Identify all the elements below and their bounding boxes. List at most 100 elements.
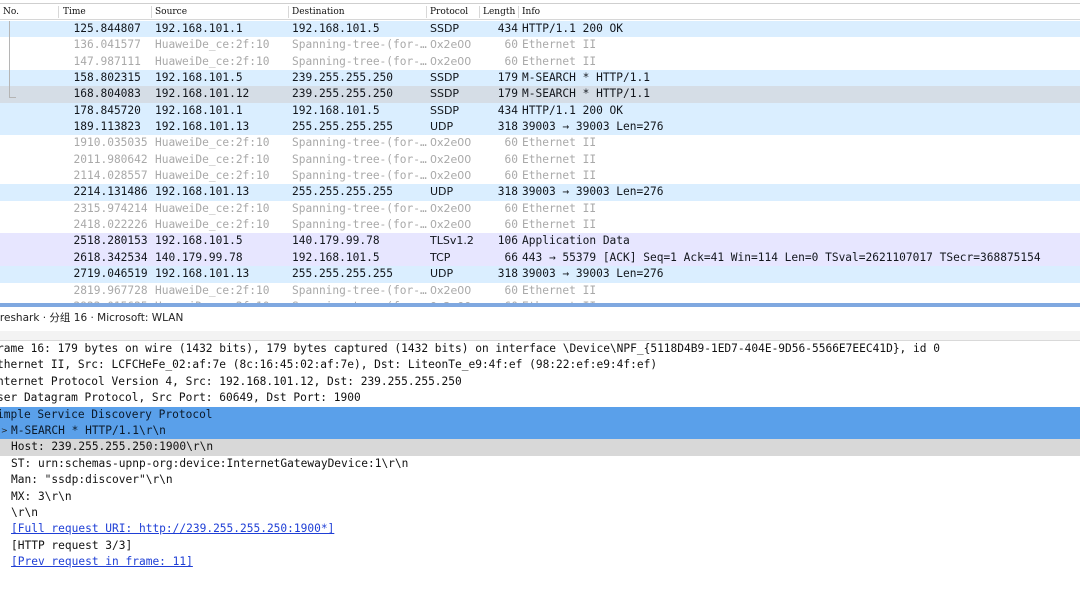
packet-length: 318	[497, 267, 518, 281]
packet-number: 23	[73, 201, 87, 215]
packet-info: 39003 → 39003 Len=276	[522, 185, 664, 199]
packet-time: 18.342534	[87, 250, 148, 264]
detail-tree-item[interactable]: ST: urn:schemas-upnp-org:device:Internet…	[0, 456, 1080, 472]
packet-protocol: SSDP	[430, 71, 460, 85]
detail-tree-item[interactable]: > M-SEARCH * HTTP/1.1\r\n	[0, 422, 1080, 440]
packet-row[interactable]: 24 18.022226 HuaweiDe_ce:2f:10 Spanning-tre…	[0, 217, 1080, 234]
packet-info: Ethernet II	[522, 169, 597, 183]
packet-row[interactable]: 17 8.845720 192.168.101.1 192.168.101.5 SSDP…	[0, 102, 1080, 120]
detail-tree-item[interactable]: nternet Protocol Version 4, Src: 192.168…	[0, 374, 1080, 390]
packet-row[interactable]: 20 11.980642 HuaweiDe_ce:2f:10 Spanning-tre…	[0, 151, 1080, 169]
column-header-protocol[interactable]: Protocol	[430, 4, 468, 20]
detail-tree-item[interactable]: MX: 3\r\n	[0, 489, 1080, 505]
packet-source: 192.168.101.13	[155, 120, 250, 134]
packet-info: Ethernet II	[522, 54, 597, 68]
detail-tree-link[interactable]: [Full request URI: http://239.255.255.25…	[11, 521, 334, 537]
packet-number: 24	[73, 218, 87, 232]
packet-time: 8.802315	[87, 71, 141, 85]
detail-tree-item[interactable]: Man: "ssdp:discover"\r\n	[0, 472, 1080, 488]
packet-info: Application Data	[522, 234, 630, 248]
packet-source: 192.168.101.5	[155, 234, 243, 248]
detail-tree-item[interactable]: [Prev request in frame: 11]	[0, 554, 1080, 570]
packet-length: 60	[504, 283, 518, 297]
packet-info: M-SEARCH * HTTP/1.1	[522, 71, 650, 85]
packet-length: 434	[497, 22, 518, 35]
packet-row[interactable]: 23 15.974214 HuaweiDe_ce:2f:10 Spanning-tre…	[0, 200, 1080, 218]
detail-tree-item[interactable]: [Full request URI: http://239.255.255.25…	[0, 521, 1080, 537]
packet-length: 179	[497, 71, 518, 85]
packet-number: 18	[73, 120, 87, 134]
packet-number: 25	[73, 234, 87, 248]
packet-source: 192.168.101.13	[155, 267, 250, 281]
packet-source: HuaweiDe_ce:2f:10	[155, 54, 270, 68]
packet-number: 19	[73, 136, 87, 150]
packet-protocol: TLSv1.2	[430, 234, 474, 248]
packet-length: 60	[504, 218, 518, 232]
packet-row[interactable]: 25 18.280153 192.168.101.5 140.179.99.78 TLS…	[0, 233, 1080, 250]
detail-tree-item[interactable]: ser Datagram Protocol, Src Port: 60649, …	[0, 390, 1080, 406]
packet-destination: 192.168.101.5	[292, 22, 380, 35]
packet-row[interactable]: 28 19.967728 HuaweiDe_ce:2f:10 Spanning-tre…	[0, 282, 1080, 299]
detail-tree-item[interactable]: \r\n	[0, 505, 1080, 521]
column-header-time[interactable]: Time	[63, 4, 86, 20]
packet-destination: 239.255.255.250	[292, 71, 394, 85]
packet-list-pane[interactable]: No. Time Source Destination Protocol Len…	[0, 0, 1080, 303]
packet-protocol: 0x2e00	[430, 136, 472, 150]
column-separator	[426, 6, 427, 18]
packet-destination: Spanning-tree-(for-…	[292, 152, 427, 166]
detail-tree-item[interactable]: imple Service Discovery Protocol	[0, 406, 1080, 423]
column-header-info[interactable]: Info	[522, 4, 540, 20]
packet-time: 9.113823	[87, 120, 141, 134]
detail-tree-item[interactable]: Host: 239.255.255.250:1900\r\n	[0, 439, 1080, 456]
packet-detail-tree[interactable]: rame 16: 179 bytes on wire (1432 bits), …	[0, 341, 1080, 591]
packet-length: 60	[504, 152, 518, 166]
detail-tree-item[interactable]: rame 16: 179 bytes on wire (1432 bits), …	[0, 341, 1080, 357]
packet-row[interactable]: 16 8.804083 192.168.101.12 239.255.255.250 S…	[0, 86, 1080, 103]
packet-protocol: UDP	[430, 185, 454, 199]
packet-source: HuaweiDe_ce:2f:10	[155, 38, 270, 52]
packet-source: 140.179.99.78	[155, 250, 243, 264]
packet-row[interactable]: 12 5.844807 192.168.101.1 192.168.101.5 SSDP…	[0, 21, 1080, 38]
column-header-no[interactable]: No.	[3, 4, 19, 20]
detail-tree-link[interactable]: [Prev request in frame: 11]	[11, 554, 193, 570]
packet-row[interactable]: 15 8.802315 192.168.101.5 239.255.255.250 SS…	[0, 70, 1080, 87]
packet-length: 60	[504, 38, 518, 52]
packet-number: 15	[73, 71, 87, 85]
packet-protocol: UDP	[430, 120, 454, 134]
packet-time: 10.035035	[87, 136, 148, 150]
packet-row[interactable]: 14 7.987111 HuaweiDe_ce:2f:10 Spanning-tree…	[0, 53, 1080, 71]
packet-protocol: TCP	[430, 250, 451, 264]
packet-row[interactable]: 27 19.046519 192.168.101.13 255.255.255.255…	[0, 266, 1080, 283]
related-packet-marker	[9, 97, 16, 98]
packet-row[interactable]: 26 18.342534 140.179.99.78 192.168.101.5 TCP…	[0, 249, 1080, 267]
packet-row[interactable]: 19 10.035035 HuaweiDe_ce:2f:10 Spanning-tre…	[0, 135, 1080, 152]
detail-tree-text: [HTTP request 3/3]	[11, 538, 133, 552]
packet-number: 16	[73, 87, 87, 101]
column-header-length[interactable]: Length	[483, 4, 515, 20]
detail-tree-text: imple Service Discovery Protocol	[0, 407, 213, 421]
detail-tree-item[interactable]: [HTTP request 3/3]	[0, 538, 1080, 554]
packet-source: 192.168.101.1	[155, 103, 243, 117]
packet-time: 11.980642	[87, 152, 148, 166]
column-header-destination[interactable]: Destination	[292, 4, 345, 20]
packet-time: 6.041577	[87, 38, 141, 52]
packet-destination: Spanning-tree-(for-…	[292, 201, 427, 215]
packet-row[interactable]: 13 6.041577 HuaweiDe_ce:2f:10 Spanning-tree…	[0, 37, 1080, 54]
packet-info: 443 → 55379 [ACK] Seq=1 Ack=41 Win=114 L…	[522, 250, 1041, 264]
packet-info: Ethernet II	[522, 152, 597, 166]
detail-tree-text: Man: "ssdp:discover"\r\n	[11, 473, 173, 487]
packet-info: Ethernet II	[522, 38, 597, 52]
column-header-source[interactable]: Source	[155, 4, 187, 20]
detail-tree-item[interactable]: thernet II, Src: LCFCHeFe_02:af:7e (8c:1…	[0, 357, 1080, 373]
packet-time: 5.844807	[87, 22, 141, 35]
column-separator	[151, 6, 152, 18]
packet-number: 22	[73, 185, 87, 199]
packet-info: Ethernet II	[522, 218, 597, 232]
expand-arrow-icon[interactable]: >	[1, 423, 8, 439]
packet-row[interactable]: 18 9.113823 192.168.101.13 255.255.255.255 U…	[0, 119, 1080, 136]
packet-row[interactable]: 22 14.131486 192.168.101.13 255.255.255.255…	[0, 184, 1080, 201]
detail-tree-text: \r\n	[11, 505, 38, 519]
packet-length: 318	[497, 120, 518, 134]
packet-destination: 255.255.255.255	[292, 120, 394, 134]
packet-row[interactable]: 21 14.028557 HuaweiDe_ce:2f:10 Spanning-tre…	[0, 168, 1080, 185]
